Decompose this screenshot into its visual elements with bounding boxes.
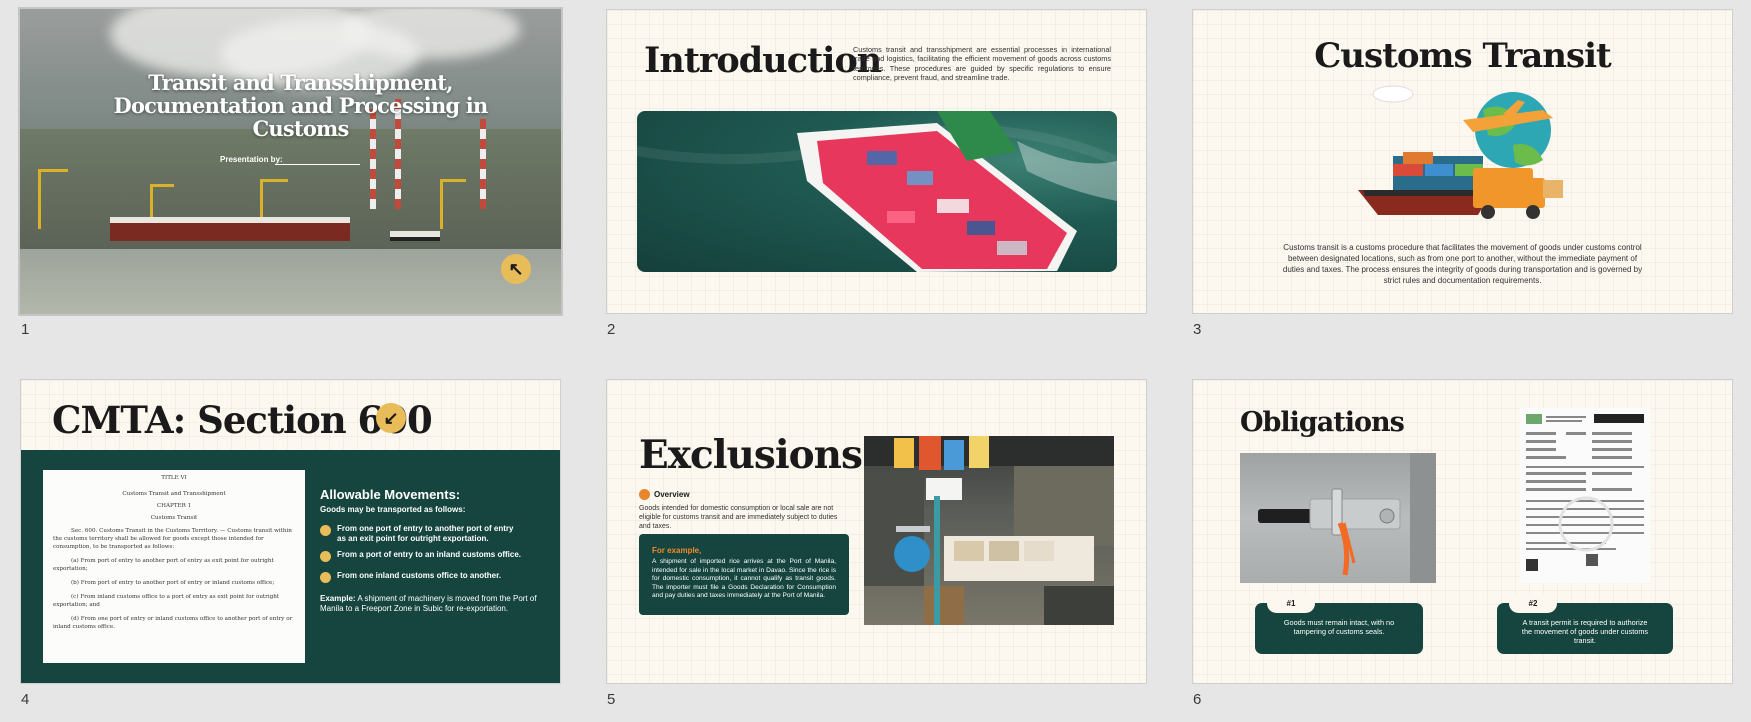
list-item: From one inland customs office to anothe… [320, 571, 540, 583]
slide-2-body: Customs transit and transshipment are es… [853, 45, 1111, 83]
slide-3-body: Customs transit is a customs procedure t… [1282, 243, 1643, 285]
slide-4-example: Example: A shipment of machinery is move… [320, 594, 537, 613]
slide-thumbnail-2[interactable]: Introduction Customs transit and transsh… [606, 9, 1147, 314]
presentation-by-label: Presentation by: [220, 155, 283, 164]
slide-1-title: Transit and Transshipment, Documentation… [113, 70, 489, 141]
arrow-up-left-icon: ↖ [501, 254, 531, 284]
slide-number-2: 2 [607, 321, 616, 338]
slide-number-3: 3 [1193, 321, 1202, 338]
slide-number-1: 1 [21, 321, 30, 338]
list-item: From one port of entry to another port o… [320, 524, 520, 544]
slide-2-title: Introduction [644, 40, 882, 81]
slide-number-4: 4 [21, 691, 30, 708]
presenter-line [275, 164, 360, 165]
slide-thumbnail-4[interactable]: CMTA: Section 600 ↙ TITLE VI Customs Tra… [20, 379, 561, 684]
customs-seal-image [1240, 453, 1436, 583]
obligation-card-2: #2 A transit permit is required to autho… [1497, 594, 1673, 654]
slide-5-title: Exclusions [639, 432, 863, 478]
slide-number-5: 5 [607, 691, 616, 708]
overview-label: Overview [639, 489, 690, 500]
logistics-illustration [1358, 85, 1563, 219]
transit-permit-document-image [1520, 408, 1650, 583]
bullet-icon [320, 572, 331, 583]
slide-3-title: Customs Transit [1314, 36, 1612, 76]
slide-4-title: CMTA: Section 600 [52, 398, 433, 442]
bullet-icon [320, 525, 331, 536]
example-box: For example, A shipment of imported rice… [639, 534, 849, 615]
allowable-movements-subheading: Goods may be transported as follows: [320, 505, 466, 514]
list-item: From a port of entry to an inland custom… [320, 550, 540, 562]
obligation-card-1: #1 Goods must remain intact, with no tam… [1255, 594, 1423, 654]
slide-number-6: 6 [1193, 691, 1202, 708]
overview-text: Goods intended for domestic consumption … [639, 505, 838, 530]
slide-thumbnail-5[interactable]: Exclusions Overview Goods intended for d… [606, 379, 1147, 684]
slide-thumbnail-6[interactable]: Obligations #1 Goods must remain intact,… [1192, 379, 1733, 684]
allowable-movements-heading: Allowable Movements: [320, 487, 461, 502]
overview-bullet-icon [639, 489, 650, 500]
cmta-document-image: TITLE VI Customs Transit and Transshipme… [43, 470, 305, 663]
bullet-icon [320, 551, 331, 562]
arrow-down-left-icon: ↙ [376, 403, 406, 433]
cargo-ship-image [637, 111, 1117, 272]
slide-thumbnail-1[interactable]: Transit and Transshipment, Documentation… [18, 7, 563, 316]
obligation-badge-1: #1 [1267, 594, 1315, 613]
obligation-badge-2: #2 [1509, 594, 1557, 613]
market-stall-image [864, 436, 1114, 625]
slide-thumbnail-3[interactable]: Customs Transit Customs transit is a cus… [1192, 9, 1733, 314]
slide-6-title: Obligations [1240, 407, 1405, 438]
